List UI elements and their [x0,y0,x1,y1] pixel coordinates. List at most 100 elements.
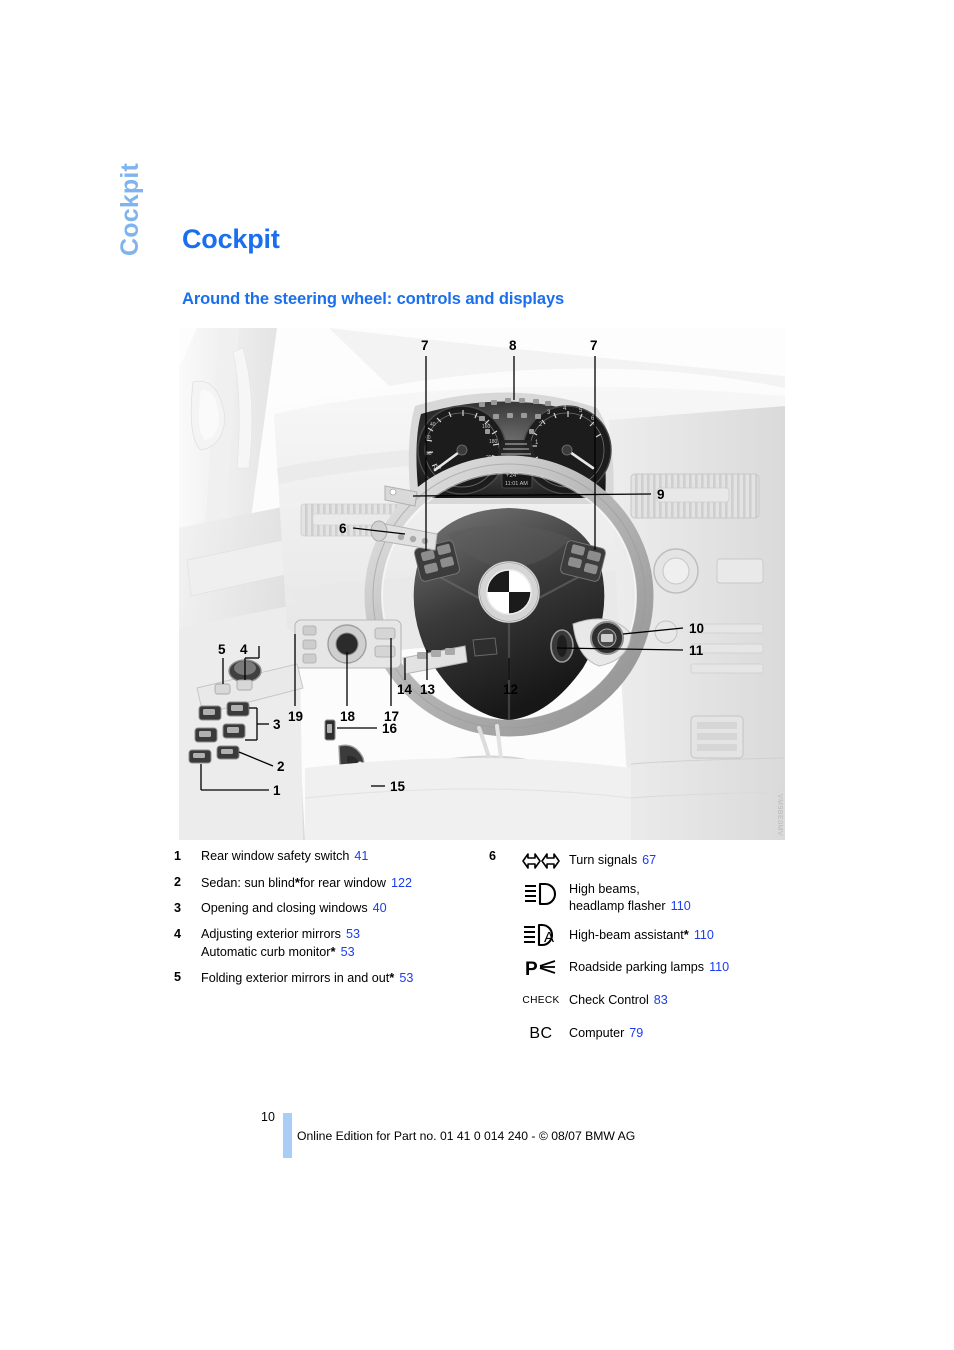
high-beams-icon [513,881,569,907]
page-reference[interactable]: 83 [654,993,668,1007]
cockpit-illustration: 40 60 80 100 120 160 180 200 2 3 4 5 6 1 [179,328,785,840]
optional-equipment-asterisk: * [389,970,395,985]
legend-number: 5 [174,970,182,984]
legend-label-text: Computer [569,1026,625,1040]
legend-sublabel: Automatic curb monitor* 53 [201,943,360,961]
legend-label: Computer 79 [569,1021,643,1042]
legend-label-text: Folding exterior mirrors in and out [201,971,390,985]
computer-icon-text: BC [529,1025,553,1042]
callout-9: 9 [657,487,665,502]
legend-label-line1: High beams, [569,882,640,896]
legend-label-text: Check Control [569,993,649,1007]
callout-14: 14 [397,682,413,697]
page-reference[interactable]: 67 [642,853,656,867]
callout-12: 12 [503,682,518,697]
legend-number: 4 [174,926,182,941]
page-reference[interactable]: 40 [373,901,387,915]
svg-text:11:01 AM: 11:01 AM [505,481,528,487]
svg-text:80: 80 [426,451,432,457]
legend-label-group: Adjusting exterior mirrors 53 Automatic c… [201,926,360,961]
page-reference[interactable]: 110 [709,960,729,974]
legend-label: Roadside parking lamps 110 [569,955,729,976]
optional-equipment-asterisk: * [330,943,336,959]
callout-1: 1 [273,783,281,798]
legend-item-1: 1 Rear window safety switch 41 [174,848,474,865]
legend-number: 3 [174,901,182,915]
callout-16: 16 [382,721,398,736]
legend-item-3: 3 Opening and closing windows 40 [174,900,474,917]
callout-4: 4 [240,642,248,657]
page-reference[interactable]: 53 [346,927,360,941]
svg-text:40: 40 [430,422,436,428]
legend-item-6-roadside-parking-lamps: P Roadside parking lamps 110 [489,955,789,981]
legend-label-text: Turn signals [569,853,638,867]
cockpit-illustration-svg: 40 60 80 100 120 160 180 200 2 3 4 5 6 1 [179,328,785,840]
legend-label-text: Sedan: sun blind [201,875,295,890]
legend-item-2: 2 Sedan: sun blind*for rear window 122 [174,874,474,892]
legend-left-column: 1 Rear window safety switch 41 2 Sedan: s… [174,848,474,996]
legend-label: Folding exterior mirrors in and out* 53 [201,969,413,987]
legend-sublabel-text: Automatic curb monitor [201,944,331,959]
footer-accent-bar [283,1113,292,1158]
page-reference[interactable]: 110 [694,928,714,942]
roadside-parking-lamps-icon: P [513,955,569,981]
legend-item-6-check-control: CHECK Check Control 83 [489,988,789,1014]
legend-item-4: 4 Adjusting exterior mirrors 53 Automatic… [174,926,474,961]
callout-18: 18 [340,709,356,724]
callout-3: 3 [273,717,281,732]
legend-label-text: Adjusting exterior mirrors [201,926,341,941]
callout-13: 13 [420,682,436,697]
callout-7a: 7 [421,338,429,353]
page-reference[interactable]: 53 [399,971,413,985]
legend-item-6-computer: BC Computer 79 [489,1021,789,1047]
check-control-icon: CHECK [513,988,569,1014]
legend-label-line2: headlamp flasher 110 [569,898,691,915]
page-reference[interactable]: 79 [629,1026,643,1040]
optional-equipment-asterisk: * [683,927,689,942]
callout-2: 2 [277,759,285,774]
legend-number: 6 [489,849,497,863]
legend-label-text-after: for rear window [299,875,386,890]
callout-11: 11 [689,643,704,658]
legend-label-text: headlamp flasher [569,899,666,913]
callout-5: 5 [218,642,226,657]
legend-item-6-high-beams: High beams, headlamp flasher 110 [489,881,789,915]
callout-19: 19 [288,709,303,724]
legend-label-text: Roadside parking lamps [569,960,705,974]
legend-label: High beams, headlamp flasher 110 [569,881,691,915]
legend-item-6-high-beam-assistant: A High-beam assistant* 110 [489,922,789,948]
legend-label: Adjusting exterior mirrors 53 [201,926,360,943]
legend-label-text: High-beam assistant [569,928,684,942]
section-heading: Around the steering wheel: controls and … [182,290,565,308]
legend-number: 1 [174,849,182,863]
callout-8: 8 [509,338,517,353]
svg-text:180: 180 [489,439,498,445]
callout-15: 15 [390,779,406,794]
legend-label-text: Opening and closing windows [201,901,368,915]
callout-10: 10 [689,621,704,636]
turn-signals-icon [513,848,569,874]
footer-text: Online Edition for Part no. 01 41 0 014 … [297,1129,636,1143]
callout-6: 6 [339,521,347,536]
legend-label: Rear window safety switch 41 [201,848,368,865]
illustration-code: VM9BE0MV [776,793,783,836]
legend-label: Check Control 83 [569,988,668,1009]
page-number: 10 [261,1110,275,1124]
page-reference[interactable]: 53 [341,945,355,959]
legend-label: Opening and closing windows 40 [201,900,387,917]
svg-text:A: A [544,929,554,946]
page-reference[interactable]: 122 [391,876,412,890]
legend-label: High-beam assistant* 110 [569,922,714,944]
high-beam-assistant-icon: A [513,922,569,948]
page-reference[interactable]: 41 [354,849,368,863]
legend-label: Turn signals 67 [569,848,656,869]
legend-number: 2 [174,874,182,889]
callout-7b: 7 [590,338,598,353]
computer-icon: BC [513,1021,569,1047]
svg-text:P: P [525,959,538,979]
legend-right-column: 6 Turn signals 67 High beams, headlamp f… [489,848,789,1054]
chapter-tab: Cockpit [116,162,144,256]
legend-item-5: 5 Folding exterior mirrors in and out* 53 [174,969,474,987]
legend-item-6-turn-signals: 6 Turn signals 67 [489,848,789,874]
page-reference[interactable]: 110 [671,899,691,913]
